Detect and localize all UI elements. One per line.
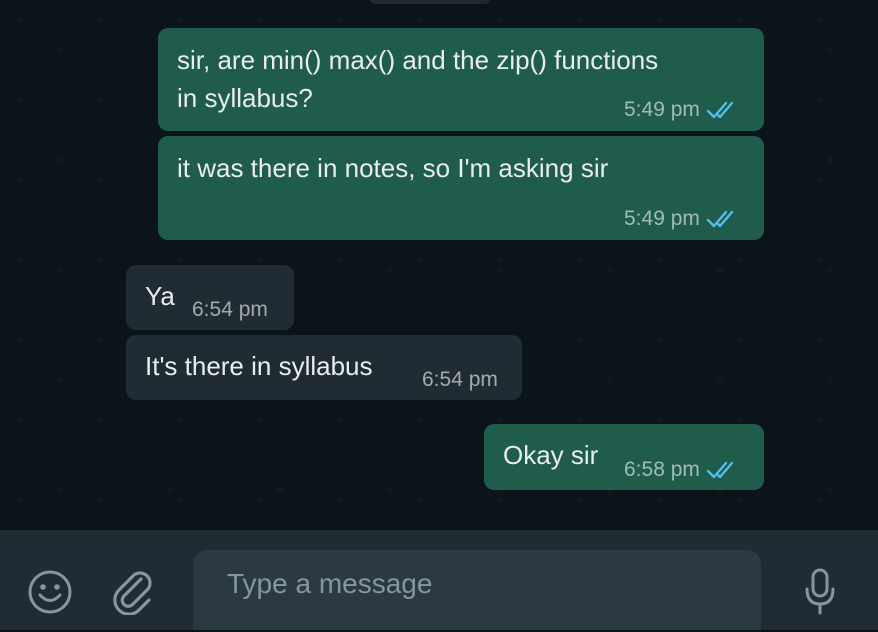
emoji-icon — [26, 568, 74, 621]
chat-area[interactable]: sir, are min() max() and the zip() funct… — [0, 0, 878, 530]
microphone-button[interactable] — [796, 566, 844, 622]
message-time: 5:49 pm — [624, 207, 700, 230]
microphone-icon — [802, 567, 838, 622]
previous-message-edge — [370, 0, 490, 4]
message-input[interactable] — [193, 550, 761, 632]
message-text: It's there in syllabus — [145, 351, 373, 381]
message-text: Okay sir — [503, 440, 599, 470]
message-text: in syllabus? — [177, 83, 313, 113]
message-text: it was there in notes, so I'm asking sir — [177, 153, 609, 183]
message-time: 6:54 pm — [422, 368, 498, 391]
message-meta: 6:54 pm — [192, 298, 268, 322]
message-time: 5:49 pm — [624, 98, 700, 121]
message-meta: 5:49 pm — [624, 207, 738, 231]
message-outgoing[interactable]: sir, are min() max() and the zip() funct… — [158, 28, 764, 131]
read-double-tick-icon — [706, 460, 738, 480]
read-double-tick-icon — [706, 100, 738, 120]
message-incoming[interactable]: It's there in syllabus 6:54 pm — [126, 335, 522, 400]
message-time: 6:54 pm — [192, 298, 268, 321]
message-input-bar — [0, 530, 878, 632]
attach-button[interactable] — [108, 568, 160, 620]
message-meta: 5:49 pm — [624, 98, 738, 122]
message-time: 6:58 pm — [624, 458, 700, 481]
message-meta: 6:54 pm — [422, 368, 498, 392]
composer-field[interactable] — [193, 550, 761, 632]
message-text: Ya — [145, 281, 175, 311]
emoji-button[interactable] — [24, 568, 76, 620]
message-text: sir, are min() max() and the zip() funct… — [177, 45, 659, 75]
read-double-tick-icon — [706, 209, 738, 229]
message-incoming[interactable]: Ya 6:54 pm — [126, 265, 294, 330]
message-outgoing[interactable]: Okay sir 6:58 pm — [484, 424, 764, 490]
message-meta: 6:58 pm — [624, 458, 738, 482]
message-outgoing[interactable]: it was there in notes, so I'm asking sir… — [158, 136, 764, 240]
attach-paperclip-icon — [111, 569, 157, 620]
